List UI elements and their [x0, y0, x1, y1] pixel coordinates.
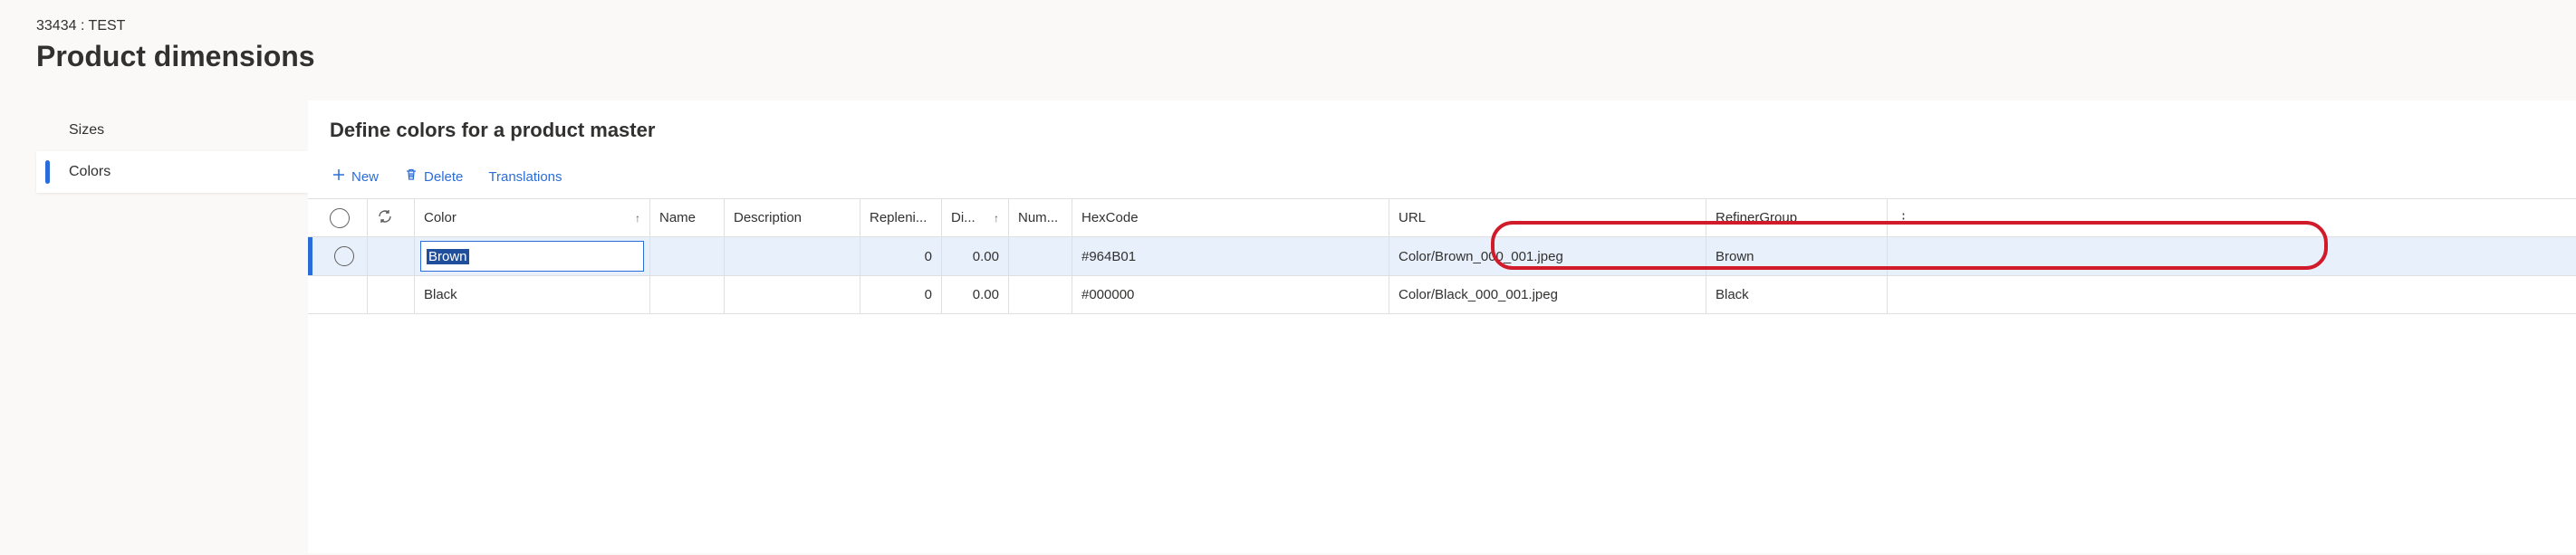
translations-button[interactable]: Translations [486, 166, 563, 188]
col-url[interactable]: URL [1389, 199, 1706, 236]
page-title: Product dimensions [36, 40, 2576, 73]
col-color-label: Color [424, 210, 457, 225]
toolbar: New Delete Translations [308, 164, 2576, 198]
sort-asc-icon: ↑ [635, 212, 640, 225]
delete-button-label: Delete [424, 169, 463, 185]
cell-color[interactable]: Brown [415, 237, 650, 275]
sidebar: Sizes Colors [36, 100, 308, 193]
col-name[interactable]: Name [650, 199, 725, 236]
col-hexcode[interactable]: HexCode [1072, 199, 1389, 236]
col-replenishment-label: Repleni... [870, 210, 927, 225]
select-all-cell[interactable] [321, 199, 368, 236]
cell-description[interactable] [725, 276, 860, 313]
grid: Color ↑ Name Description Repleni... Di..… [308, 198, 2576, 314]
cell-refinergroup[interactable]: Black [1706, 276, 1888, 313]
table-row[interactable]: Black 0 0.00 #000000 Color/Black_000_001… [308, 276, 2576, 314]
cell-num[interactable] [1009, 276, 1072, 313]
grid-gutter [308, 199, 321, 236]
row-extra [368, 237, 415, 275]
cell-color[interactable]: Black [415, 276, 650, 313]
cell-name[interactable] [650, 237, 725, 275]
col-name-label: Name [659, 210, 696, 225]
col-num[interactable]: Num... [1009, 199, 1072, 236]
col-color[interactable]: Color ↑ [415, 199, 650, 236]
col-description-label: Description [734, 210, 802, 225]
col-di[interactable]: Di... ↑ [942, 199, 1009, 236]
color-input-value: Brown [427, 249, 469, 264]
col-description[interactable]: Description [725, 199, 860, 236]
radio-icon [334, 246, 354, 266]
row-select[interactable] [321, 237, 368, 275]
col-di-label: Di... [951, 210, 976, 225]
cell-hexcode[interactable]: #000000 [1072, 276, 1389, 313]
delete-button[interactable]: Delete [402, 164, 465, 189]
main-panel: Define colors for a product master New D… [308, 100, 2576, 553]
sidebar-item-colors[interactable]: Colors [36, 151, 308, 193]
sidebar-item-sizes[interactable]: Sizes [36, 110, 308, 151]
cell-di[interactable]: 0.00 [942, 237, 1009, 275]
sort-asc-icon: ↑ [994, 212, 999, 225]
cell-refinergroup[interactable]: Brown [1706, 237, 1888, 275]
col-replenishment[interactable]: Repleni... [860, 199, 942, 236]
grid-gutter [308, 237, 321, 275]
grid-gutter [308, 276, 321, 313]
row-spacer [1888, 276, 1931, 313]
col-refinergroup-label: RefinerGroup [1716, 210, 1797, 225]
col-refinergroup[interactable]: RefinerGroup [1706, 199, 1888, 236]
translations-button-label: Translations [488, 169, 562, 185]
color-input[interactable]: Brown [420, 241, 644, 272]
cell-description[interactable] [725, 237, 860, 275]
sidebar-item-label: Colors [69, 164, 111, 179]
grid-more-menu[interactable]: ⋮ [1888, 199, 1931, 236]
section-title: Define colors for a product master [330, 119, 2576, 142]
cell-hexcode[interactable]: #964B01 [1072, 237, 1389, 275]
refresh-button[interactable] [368, 199, 415, 236]
col-url-label: URL [1399, 210, 1426, 225]
cell-num[interactable] [1009, 237, 1072, 275]
row-spacer [1888, 237, 1931, 275]
trash-icon [404, 167, 418, 186]
new-button-label: New [351, 169, 379, 185]
plus-icon [332, 167, 346, 186]
cell-name[interactable] [650, 276, 725, 313]
col-num-label: Num... [1018, 210, 1058, 225]
row-extra [368, 276, 415, 313]
cell-url[interactable]: Color/Brown_000_001.jpeg [1389, 237, 1706, 275]
new-button[interactable]: New [330, 164, 380, 189]
cell-url[interactable]: Color/Black_000_001.jpeg [1389, 276, 1706, 313]
cell-replenishment[interactable]: 0 [860, 276, 942, 313]
radio-icon [330, 208, 350, 228]
cell-di[interactable]: 0.00 [942, 276, 1009, 313]
row-select[interactable] [321, 276, 368, 313]
sidebar-item-label: Sizes [69, 122, 104, 138]
grid-header-row: Color ↑ Name Description Repleni... Di..… [308, 199, 2576, 237]
cell-replenishment[interactable]: 0 [860, 237, 942, 275]
refresh-icon [377, 208, 393, 228]
table-row[interactable]: Brown 0 0.00 #964B01 Color/Brown_000_001… [308, 237, 2576, 276]
breadcrumb: 33434 : TEST [36, 18, 2576, 34]
col-hexcode-label: HexCode [1081, 210, 1139, 225]
more-vertical-icon: ⋮ [1897, 210, 1910, 226]
